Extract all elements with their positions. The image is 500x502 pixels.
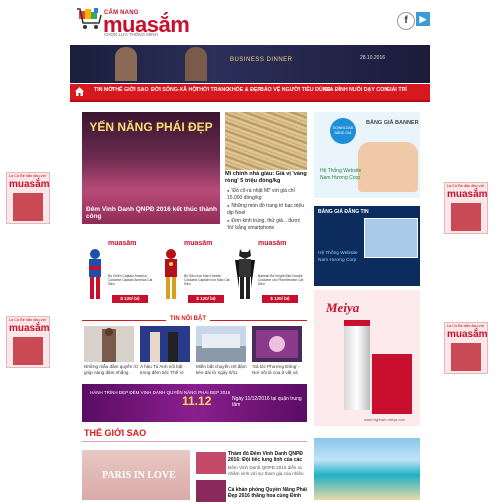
product-price: $ 120/ bộ	[262, 295, 298, 303]
resort-ad[interactable]	[314, 438, 420, 500]
nav-item-bao-ve[interactable]: BẢO VỆ NGƯỜI TIÊU DÙNG	[260, 87, 331, 93]
product-price: $ 120/ bộ	[112, 295, 148, 303]
side-ad-text: Là Cô Bé dẫn đầu với	[9, 318, 46, 322]
product-card-captain-america[interactable]: muasắm Bộ Chiến Captain America Costume …	[82, 240, 154, 304]
highlight-thumb-3[interactable]	[196, 326, 246, 362]
product-card-iron-man[interactable]: muasắm Bộ Siêu Iron Man Hoodie Costume C…	[158, 240, 230, 304]
nav-item-thoi-trang[interactable]: THỜI TRANG	[196, 87, 229, 93]
side-ad-text: Là Cô Bé dẫn đầu với	[447, 184, 484, 188]
side-ad-brand: muasắm	[9, 179, 50, 190]
banner-price-ad[interactable]: DOWNLOAD BẢNG GIÁ BẢNG GIÁ BANNER Hệ Thố…	[314, 112, 420, 198]
product-desc: Bộ Siêu Iron Man Hoodie Costume Captain …	[184, 274, 230, 286]
product-logo: muasắm	[108, 240, 137, 247]
home-icon[interactable]	[74, 86, 86, 98]
highlight-caption-4[interactable]: 'Sả tóc Phương Đông' - Nơi nối là của ít…	[252, 364, 306, 375]
listing-price-title: BẢNG GIÁ ĐĂNG TIN	[318, 209, 369, 215]
product-logo: muasắm	[184, 240, 213, 247]
featured-article-image[interactable]: YẾN NĂNG PHÁI ĐẸP Đêm Vinh Danh QNPĐ 201…	[82, 112, 220, 224]
download-badge[interactable]: DOWNLOAD BẢNG GIÁ	[330, 118, 356, 144]
banner-person-2	[185, 47, 207, 81]
side-ad-brand: muasắm	[447, 189, 488, 200]
product-desc: Bộ Chiến Captain America Costume Captain…	[108, 274, 153, 286]
side-ad-image	[451, 343, 481, 371]
section2-divider	[82, 441, 307, 442]
serum-bottle	[344, 326, 370, 410]
meiya-website: www.mypham-meiya.com	[364, 418, 405, 422]
nav-item-doi-song[interactable]: ĐỜI SỐNG-XÃ HỘI	[151, 87, 198, 93]
section-header-celeb: THẾ GIỚI SAO	[82, 428, 307, 442]
top-banner-ad[interactable]: BUSINESS DINNER 28.10.2016	[70, 45, 430, 83]
iron-man-figure-icon	[165, 249, 177, 299]
celeb-thumb-2[interactable]	[196, 480, 226, 502]
news-bullet-2[interactable]: Những món đồ trang trí bạc triệu dịp Noe…	[227, 203, 307, 216]
product-desc: Batman Bộ Knight Bảo Hoodie Costume cho …	[258, 274, 304, 286]
banner-person-1	[115, 47, 137, 81]
celeb-article-title-1[interactable]: Thảm đỏ Đêm Vinh Danh QNPĐ 2016: Đội tiế…	[228, 451, 308, 463]
side-ad-brand: muasắm	[9, 323, 50, 334]
event-banner-ad[interactable]: HÀNH TRÌNH ĐẸP ĐÊM VINH DANH QUYẾN NĂNG …	[82, 384, 307, 422]
side-ad-right-2[interactable]: Là Cô Bé dẫn đầu với muasắm	[444, 322, 488, 374]
nav-underline	[70, 100, 430, 102]
share-icon[interactable]: ▶	[416, 12, 430, 26]
celeb-image-text: PARIS IN LOVE	[102, 470, 176, 481]
side-ad-image	[451, 203, 481, 231]
captain-america-figure-icon	[89, 249, 101, 299]
highlight-thumb-2[interactable]	[140, 326, 190, 362]
side-ad-brand: muasắm	[447, 329, 488, 340]
side-ad-text: Là Cô Bé dẫn đầu với	[9, 174, 46, 178]
celeb-feature-image[interactable]: PARIS IN LOVE	[82, 450, 190, 500]
highlight-caption-2[interactable]: A hậu Tú Anh nổi bật trong đêm tiệc Thế …	[140, 364, 194, 375]
side-ad-right-1[interactable]: Là Cô Bé dẫn đầu với muasắm	[444, 182, 488, 234]
featured-caption[interactable]: Đêm Vinh Danh QNPĐ 2016 kết thúc thành c…	[86, 206, 220, 220]
highlight-thumb-1[interactable]	[84, 326, 134, 362]
listing-price-ad[interactable]: BẢNG GIÁ ĐĂNG TIN Hệ Thống Website Nam Hư…	[314, 206, 420, 286]
news-headline[interactable]: Mì chính nhà giàu: Giá vị 'vàng ròng' 5 …	[225, 171, 307, 185]
product-card-batman[interactable]: muasắm Batman Bộ Knight Bảo Hoodie Costu…	[232, 240, 304, 304]
news-thumbnail[interactable]	[225, 112, 307, 170]
listing-price-text: Hệ Thống Website Nam Hương Corp	[318, 251, 358, 263]
highlight-caption-3[interactable]: Miền bất chuyển rét đậm kéo dài từ ngày …	[196, 364, 250, 375]
cart-logo-icon[interactable]	[75, 5, 103, 33]
product-price: $ 120/ bộ	[188, 295, 224, 303]
side-ad-image	[13, 193, 43, 221]
side-ad-text: Là Cô Bé dẫn đầu với	[447, 324, 484, 328]
banner-price-text: Hệ Thống Website Nam Hương Corp	[320, 168, 362, 181]
product-box	[372, 354, 412, 414]
celeb-article-title-2[interactable]: Cá khán phóng Quyền Năng Phái Đẹp 2016 t…	[228, 487, 308, 499]
nav-item-giai-tri[interactable]: GIẢI TRÍ	[386, 87, 407, 93]
featured-image-title: YẾN NĂNG PHÁI ĐẸP	[89, 120, 213, 134]
nav-item-gia-dinh[interactable]: GIA ĐÌNH	[324, 87, 348, 93]
facebook-icon[interactable]: f	[397, 12, 415, 30]
section2-title[interactable]: THẾ GIỚI SAO	[84, 428, 146, 438]
event-banner-date: 11.12	[182, 394, 212, 408]
hand-image	[358, 142, 418, 192]
celeb-article-desc-1: Đêm Vinh Danh QNPĐ 2016 diễn ra nhằm vin…	[228, 465, 304, 476]
batman-figure-icon	[235, 249, 255, 299]
banner-price-title: BẢNG GIÁ BANNER	[366, 120, 419, 126]
meiya-brand: Meiya	[326, 300, 360, 315]
section-title: TIN NỔI BẬT	[166, 316, 210, 322]
nav-item-nuoi-day-con[interactable]: NUÔI DẠY CON	[349, 87, 388, 93]
meiya-cosmetics-ad[interactable]: Meiya www.mypham-meiya.com	[314, 290, 420, 426]
highlight-caption-1[interactable]: Những mẫu đầm quyến rũ giúp nàng đảm nhắ…	[84, 364, 138, 375]
event-banner-right-text: Ngày 11/12/2016 tại quận trung tâm	[232, 396, 302, 408]
nav-item-the-gioi-sao[interactable]: THẾ GIỚI SAO	[112, 87, 149, 93]
side-ad-left-2[interactable]: Là Cô Bé dẫn đầu với muasắm	[6, 316, 50, 368]
highlight-thumb-4[interactable]	[252, 326, 302, 362]
news-bullet-1[interactable]: 'Đồ cổ-rà nhặt Mĩ' với giá chỉ 15.000 đồ…	[227, 188, 307, 201]
nav-item-khoe-dep[interactable]: KHỎE & ĐẸP	[228, 87, 261, 93]
section-header-highlights: TIN NỔI BẬT	[82, 316, 307, 324]
banner-headline: BUSINESS DINNER	[230, 57, 293, 63]
screen-image	[364, 218, 418, 258]
celeb-thumb-1[interactable]	[196, 452, 226, 474]
logo-tagline: CHỌN LỰA THÔNG MINH	[104, 32, 158, 37]
banner-date: 28.10.2016	[360, 55, 386, 61]
news-bullet-3[interactable]: Đơn kinh trúng, thử giả... được 'lòi' bằ…	[227, 218, 307, 231]
side-ad-left-1[interactable]: Là Cô Bé dẫn đầu với muasắm	[6, 172, 50, 224]
product-logo: muasắm	[258, 240, 287, 247]
side-ad-image	[13, 337, 43, 365]
